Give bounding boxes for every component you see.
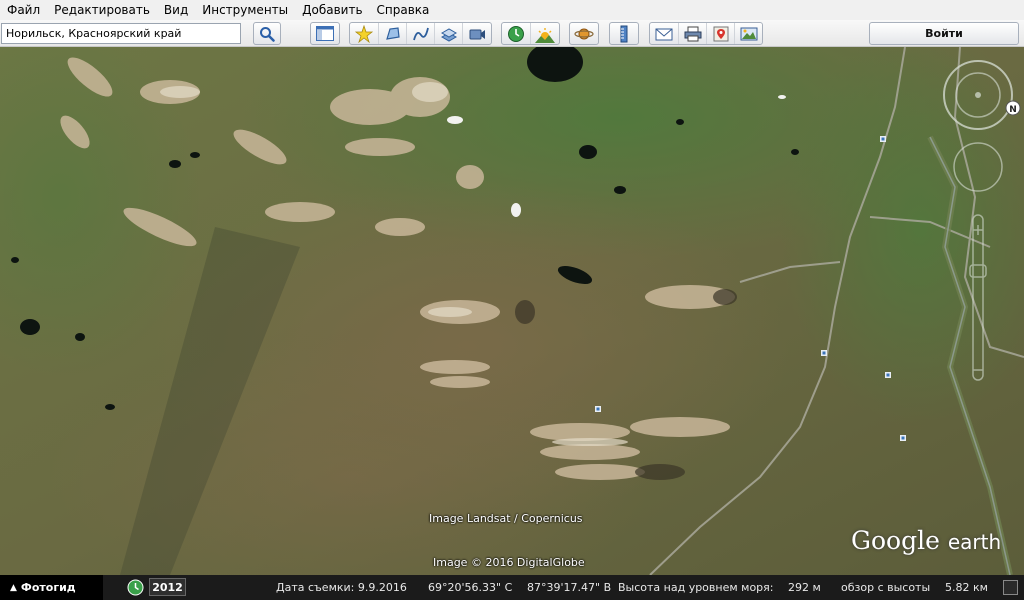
elevation-value: 292 м	[788, 581, 821, 594]
sunlight-icon	[534, 27, 555, 43]
menu-help[interactable]: Справка	[370, 0, 437, 20]
imagery-date: Дата съемки: 9.9.2016	[276, 581, 407, 594]
image-overlay-icon	[440, 27, 457, 42]
longitude-readout: 87°39'17.47" В	[527, 581, 612, 594]
save-image-icon	[740, 27, 757, 40]
imagery-credit-digitalglobe: Image © 2016 DigitalGlobe	[433, 556, 585, 569]
zoom-slider-icon[interactable]	[969, 214, 987, 381]
planets-group	[569, 22, 599, 45]
save-image-button[interactable]	[734, 23, 762, 44]
toolbar: Войти	[0, 20, 1024, 47]
chevron-up-icon: ▲	[10, 582, 17, 593]
historical-imagery-icon	[508, 25, 524, 42]
imagery-tools-group	[501, 22, 560, 45]
google-earth-window: Файл Редактировать Вид Инструменты Добав…	[0, 0, 1024, 600]
sunlight-button[interactable]	[530, 23, 558, 44]
elevation-label: Высота над уровнем моря:	[618, 581, 774, 594]
ruler-icon	[620, 25, 628, 42]
imagery-year-badge[interactable]: 2012	[149, 578, 186, 596]
ruler-button[interactable]	[610, 23, 638, 44]
share-tools-group	[649, 22, 763, 45]
latitude-readout: 69°20'56.33" С	[428, 581, 513, 594]
sidebar-icon	[316, 26, 334, 41]
search-input[interactable]	[1, 23, 241, 44]
imagery-credit-landsat: Image Landsat / Copernicus	[429, 512, 583, 525]
email-button[interactable]	[650, 23, 678, 44]
eye-altitude-value: 5.82 км	[945, 581, 988, 594]
draw-tools-group	[349, 22, 492, 45]
email-icon	[655, 28, 673, 40]
login-button[interactable]: Войти	[869, 22, 1019, 45]
sidebar-button[interactable]	[311, 23, 339, 44]
status-bar: ▲ Фотогид 2012 Дата съемки: 9.9.2016 69°…	[0, 575, 1024, 600]
add-placemark-button[interactable]	[350, 23, 378, 44]
search-icon	[260, 26, 275, 42]
record-tour-icon	[469, 29, 485, 39]
look-joystick-icon[interactable]	[953, 142, 1003, 192]
print-button[interactable]	[678, 23, 706, 44]
photoguide-button[interactable]: ▲ Фотогид	[0, 575, 103, 600]
google-maps-button[interactable]	[706, 23, 734, 44]
add-path-button[interactable]	[406, 23, 434, 44]
svg-text:N: N	[1009, 105, 1017, 115]
print-icon	[684, 26, 701, 41]
planets-button[interactable]	[570, 23, 598, 44]
menu-add[interactable]: Добавить	[295, 0, 369, 20]
map-view[interactable]: N Image Landsat / Copernicus Image © 201…	[0, 47, 1024, 575]
menu-bar: Файл Редактировать Вид Инструменты Добав…	[0, 0, 1024, 20]
path-icon	[412, 27, 429, 40]
add-image-overlay-button[interactable]	[434, 23, 462, 44]
sidebar-toggle-group	[310, 22, 340, 45]
record-tour-button[interactable]	[462, 23, 490, 44]
north-indicator-icon[interactable]: N	[1005, 100, 1021, 116]
historical-imagery-icon[interactable]	[127, 579, 144, 596]
logo-earth-text: earth	[947, 530, 1002, 554]
streaming-indicator	[1003, 580, 1018, 595]
photoguide-label: Фотогид	[20, 581, 76, 594]
navigation-controls[interactable]: N	[942, 55, 1022, 400]
search-button[interactable]	[253, 22, 281, 45]
google-maps-icon	[713, 26, 728, 41]
menu-view[interactable]: Вид	[157, 0, 195, 20]
add-polygon-button[interactable]	[378, 23, 406, 44]
menu-file[interactable]: Файл	[0, 0, 47, 20]
ruler-group	[609, 22, 639, 45]
compass-ring-icon[interactable]	[943, 60, 1013, 130]
placemark-icon	[355, 24, 373, 43]
menu-edit[interactable]: Редактировать	[47, 0, 157, 20]
polygon-icon	[385, 26, 400, 40]
logo-google-text: Google	[851, 526, 940, 555]
menu-tools[interactable]: Инструменты	[195, 0, 295, 20]
satellite-imagery	[0, 47, 1024, 575]
google-earth-logo: Google earth	[851, 526, 1001, 555]
historical-imagery-button[interactable]	[502, 23, 530, 44]
eye-altitude-label: обзор с высоты	[841, 581, 931, 594]
planets-icon	[574, 28, 594, 39]
